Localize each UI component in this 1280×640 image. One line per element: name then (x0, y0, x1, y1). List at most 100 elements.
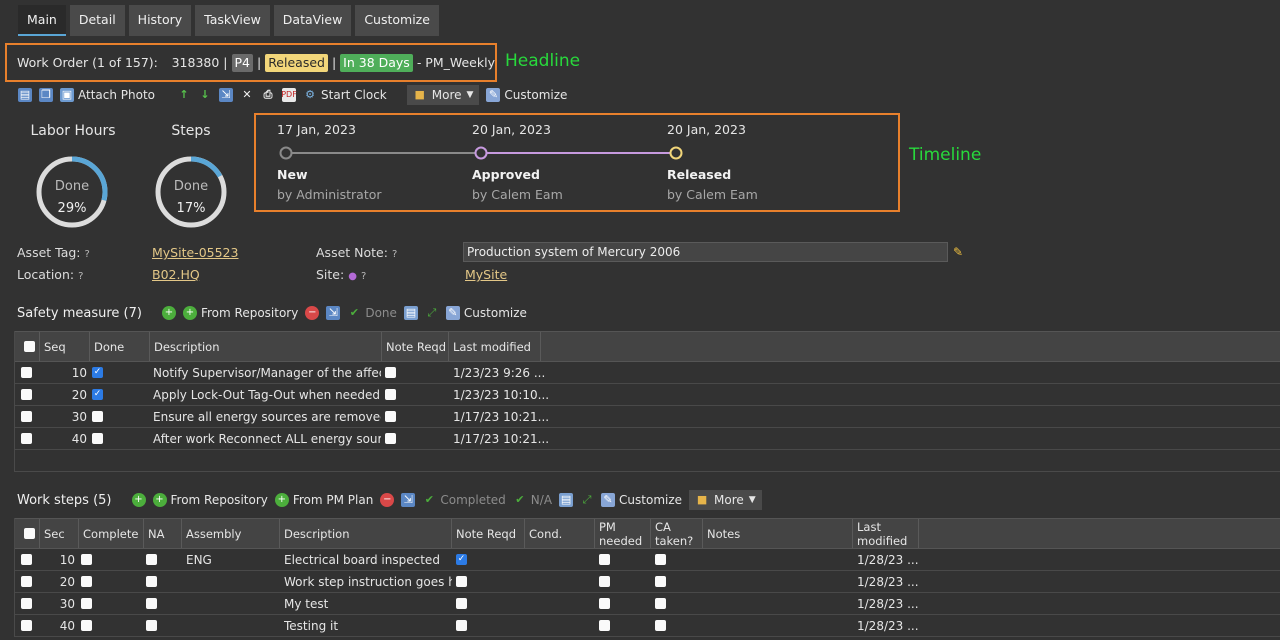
complete-checkbox[interactable] (81, 598, 92, 609)
ca-taken-checkbox[interactable] (655, 554, 666, 565)
worksteps-customize-button[interactable]: ✎ Customize (601, 493, 682, 507)
column-note-reqd[interactable]: Note Reqd (452, 519, 525, 548)
delete-icon[interactable]: ✕ (240, 88, 254, 102)
note-reqd-checkbox[interactable] (385, 411, 396, 422)
table-row[interactable]: 20 Work step instruction goes here 1/28/23… (15, 571, 1280, 593)
from-pm-plan-button[interactable]: + From PM Plan (274, 493, 373, 507)
row-select-checkbox[interactable] (21, 554, 32, 565)
help-icon[interactable]: ? (361, 271, 366, 282)
document-icon[interactable]: ▤ (559, 493, 574, 507)
column-assembly[interactable]: Assembly (182, 519, 280, 548)
pm-needed-checkbox[interactable] (599, 620, 610, 631)
remove-icon[interactable]: − (380, 493, 395, 507)
arrow-down-icon[interactable]: ↓ (198, 88, 212, 102)
table-row[interactable]: 30 My test 1/28/23 ... (15, 593, 1280, 615)
table-row[interactable]: 30 Ensure all energy sources are removed … (15, 406, 1280, 428)
na-checkbox[interactable] (146, 598, 157, 609)
note-reqd-checkbox[interactable] (456, 620, 467, 631)
pm-needed-checkbox[interactable] (599, 554, 610, 565)
row-select-checkbox[interactable] (21, 389, 32, 400)
help-icon[interactable]: ? (392, 249, 397, 260)
tab-dataview[interactable]: DataView (273, 5, 352, 36)
complete-checkbox[interactable] (81, 620, 92, 631)
column-note-reqd[interactable]: Note Reqd (382, 332, 449, 361)
safety-customize-button[interactable]: ✎ Customize (445, 306, 527, 320)
column-last-modified[interactable]: Last modified (449, 332, 541, 361)
help-icon[interactable]: ? (78, 271, 83, 282)
ca-taken-checkbox[interactable] (655, 576, 666, 587)
table-row[interactable]: 40 Testing it 1/28/23 ... (15, 615, 1280, 637)
ca-taken-checkbox[interactable] (655, 620, 666, 631)
document-icon[interactable]: ▤ (403, 306, 418, 320)
table-row[interactable]: 10 ✓ Notify Supervisor/Manager of the affe… (15, 362, 1280, 384)
arrow-up-icon[interactable]: ↑ (177, 88, 191, 102)
select-all-checkbox[interactable] (23, 528, 35, 539)
select-all-checkbox[interactable] (23, 341, 35, 352)
note-reqd-checkbox[interactable] (456, 598, 467, 609)
ca-taken-checkbox[interactable] (655, 598, 666, 609)
column-notes[interactable]: Notes (703, 519, 853, 548)
copy-icon[interactable]: ❐ (39, 88, 53, 102)
edit-pencil-icon[interactable]: ✎ (953, 245, 963, 259)
row-select-checkbox[interactable] (21, 576, 32, 587)
tab-taskview[interactable]: TaskView (195, 5, 270, 36)
tab-customize[interactable]: Customize (355, 5, 439, 36)
customize-button[interactable]: ✎ Customize (486, 88, 567, 102)
tab-history[interactable]: History (128, 5, 192, 36)
column-pm-needed[interactable]: PM needed (595, 519, 651, 548)
column-description[interactable]: Description (280, 519, 452, 548)
done-button[interactable]: ✔ Done (347, 306, 397, 320)
note-reqd-checkbox[interactable] (385, 367, 396, 378)
table-row[interactable]: 10 ENG Electrical board inspected ✓ 1/28/23 … (15, 549, 1280, 571)
table-row[interactable]: 20 ✓ Apply Lock-Out Tag-Out when needed 1/2… (15, 384, 1280, 406)
add-icon[interactable]: + (161, 306, 176, 320)
note-reqd-checkbox[interactable] (385, 433, 396, 444)
complete-checkbox[interactable] (81, 554, 92, 565)
note-reqd-checkbox[interactable] (456, 576, 467, 587)
worksteps-more-button[interactable]: ■ More ▼ (689, 490, 762, 510)
help-icon[interactable]: ? (85, 249, 90, 260)
from-repository-button[interactable]: + From Repository (152, 493, 268, 507)
export-icon[interactable]: ⇲ (326, 306, 341, 320)
done-checkbox[interactable] (92, 433, 103, 444)
na-checkbox[interactable] (146, 576, 157, 587)
tab-main[interactable]: Main (18, 5, 66, 36)
from-repository-button[interactable]: + From Repository (182, 306, 298, 320)
done-checkbox[interactable]: ✓ (92, 367, 103, 378)
start-clock-button[interactable]: ⚙ Start Clock (303, 88, 387, 102)
row-select-checkbox[interactable] (21, 620, 32, 631)
export-icon[interactable]: ⇲ (219, 88, 234, 102)
column-description[interactable]: Description (150, 332, 382, 361)
column-last-modified[interactable]: Last modified (853, 519, 919, 548)
pm-needed-checkbox[interactable] (599, 598, 610, 609)
column-complete[interactable]: Complete (79, 519, 144, 548)
more-button[interactable]: ■ More ▼ (406, 85, 480, 105)
na-checkbox[interactable] (146, 554, 157, 565)
row-select-checkbox[interactable] (21, 598, 32, 609)
row-select-checkbox[interactable] (21, 433, 32, 444)
export-icon[interactable]: ⇲ (401, 493, 416, 507)
attach-photo-button[interactable]: ▣ Attach Photo (60, 88, 155, 102)
pm-needed-checkbox[interactable] (599, 576, 610, 587)
done-checkbox[interactable]: ✓ (92, 389, 103, 400)
new-record-icon[interactable]: ▤ (18, 88, 32, 102)
expand-icon[interactable]: ⤢ (580, 493, 594, 507)
note-reqd-checkbox[interactable]: ✓ (456, 554, 467, 565)
completed-button[interactable]: ✔ Completed (422, 493, 506, 507)
na-checkbox[interactable] (146, 620, 157, 631)
remove-icon[interactable]: − (305, 306, 320, 320)
row-select-checkbox[interactable] (21, 367, 32, 378)
add-icon[interactable]: + (131, 493, 146, 507)
column-na[interactable]: NA (144, 519, 182, 548)
done-checkbox[interactable] (92, 411, 103, 422)
column-done[interactable]: Done (90, 332, 150, 361)
tab-detail[interactable]: Detail (69, 5, 125, 36)
location-link[interactable]: B02.HQ (152, 267, 200, 282)
na-button[interactable]: ✔ N/A (513, 493, 552, 507)
pdf-icon[interactable]: PDF (281, 88, 297, 102)
column-seq[interactable]: Seq (40, 332, 90, 361)
asset-note-field[interactable]: Production system of Mercury 2006 (463, 242, 948, 262)
table-row[interactable]: 40 After work Reconnect ALL energy source… (15, 428, 1280, 450)
complete-checkbox[interactable] (81, 576, 92, 587)
column-ca-taken[interactable]: CA taken? (651, 519, 703, 548)
